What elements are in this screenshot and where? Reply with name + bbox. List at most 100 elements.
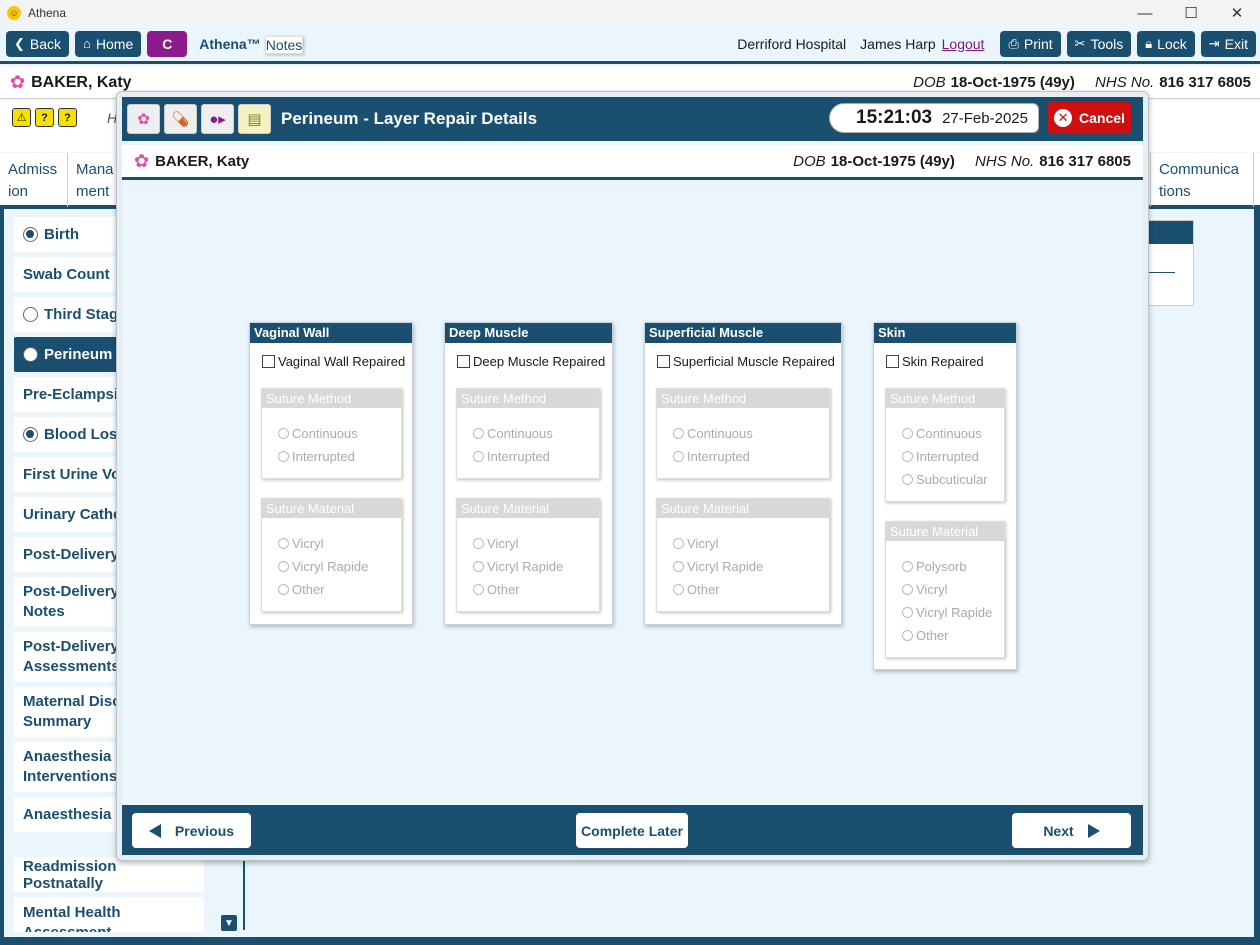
modal-patient-banner: ✿ BAKER, Katy DOB 18-Oct-1975 (49y) NHS N… — [122, 145, 1143, 180]
option-subcuticular[interactable]: Subcuticular — [902, 472, 988, 487]
window-controls: — ☐ ✕ — [1122, 0, 1260, 26]
scroll-down-button[interactable]: ▼ — [221, 915, 237, 931]
previous-button[interactable]: Previous — [132, 813, 251, 848]
next-label: Next — [1043, 822, 1074, 839]
option-vicryl[interactable]: Vicryl — [473, 536, 519, 551]
deep-muscle-repaired-checkbox[interactable]: Deep Muscle Repaired — [457, 354, 605, 369]
suture-method-group: Suture Method Continuous Interrupted — [456, 388, 600, 479]
option-label: Vicryl Rapide — [916, 605, 993, 620]
option-other[interactable]: Other — [673, 582, 720, 597]
exit-button[interactable]: ⇥ Exit — [1200, 30, 1256, 57]
patient-name: BAKER, Katy — [31, 73, 132, 91]
back-button[interactable]: ❮ Back — [6, 30, 70, 57]
person-arrow-icon[interactable]: ●▸ — [201, 104, 234, 134]
option-continuous[interactable]: Continuous — [473, 426, 553, 441]
notes-icon[interactable]: ▤ — [238, 104, 271, 134]
radio-empty-icon — [23, 307, 38, 322]
panel-deep-muscle: Deep Muscle Deep Muscle Repaired Suture … — [444, 322, 613, 625]
nav-label: Birth — [44, 226, 79, 243]
option-interrupted[interactable]: Interrupted — [673, 449, 750, 464]
nav-item-mental-health-assessment[interactable]: Mental Health Assessment — [14, 897, 204, 932]
modal-header: ✿ 💊︎ ●▸ ▤ Perineum - Layer Repair Detail… — [122, 97, 1143, 141]
option-vicryl-rapide[interactable]: Vicryl Rapide — [902, 605, 992, 620]
c-button[interactable]: C — [147, 30, 188, 57]
option-continuous[interactable]: Continuous — [278, 426, 358, 441]
home-button[interactable]: ⌂ Home — [75, 30, 142, 57]
nav-label: Urinary Cathe — [23, 506, 122, 523]
radio-icon — [278, 584, 289, 595]
close-window-button[interactable]: ✕ — [1214, 0, 1260, 26]
superficial-muscle-repaired-checkbox[interactable]: Superficial Muscle Repaired — [657, 354, 835, 369]
option-label: Subcuticular — [916, 472, 988, 487]
lock-label: Lock — [1157, 35, 1187, 52]
option-label: Other — [916, 628, 949, 643]
flower-icon: ✿ — [10, 72, 26, 92]
option-other[interactable]: Other — [278, 582, 325, 597]
maximize-button[interactable]: ☐ — [1168, 0, 1214, 26]
option-vicryl-rapide[interactable]: Vicryl Rapide — [673, 559, 763, 574]
flower-icon[interactable]: ✿ — [127, 104, 160, 134]
option-label: Interrupted — [687, 449, 750, 464]
option-continuous[interactable]: Continuous — [673, 426, 753, 441]
home-label: Home — [95, 35, 134, 52]
dob-value: 18-Oct-1975 (49y) — [950, 74, 1075, 91]
vaginal-wall-repaired-checkbox[interactable]: Vaginal Wall Repaired — [262, 354, 405, 369]
panel-title: Superficial Muscle — [645, 323, 841, 343]
option-vicryl[interactable]: Vicryl — [902, 582, 948, 597]
option-other[interactable]: Other — [902, 628, 949, 643]
lock-button[interactable]: 🔒︎ Lock — [1137, 30, 1195, 57]
question-icon[interactable]: ? — [35, 108, 54, 127]
option-interrupted[interactable]: Interrupted — [473, 449, 550, 464]
option-continuous[interactable]: Continuous — [902, 426, 982, 441]
question-icon[interactable]: ? — [58, 108, 77, 127]
tab-management[interactable]: Mana ment — [68, 153, 120, 207]
next-button[interactable]: Next — [1012, 813, 1131, 848]
radio-icon — [473, 538, 484, 549]
window-titlebar: ☺ Athena — ☐ ✕ — [0, 0, 1260, 26]
option-interrupted[interactable]: Interrupted — [902, 449, 979, 464]
option-vicryl-rapide[interactable]: Vicryl Rapide — [473, 559, 563, 574]
option-polysorb[interactable]: Polysorb — [902, 559, 967, 574]
checkbox-icon — [886, 355, 899, 368]
medication-icon[interactable]: 💊︎ — [164, 104, 197, 134]
option-label: Vicryl — [687, 536, 719, 551]
print-button[interactable]: ⎙ Print — [1000, 30, 1061, 57]
alert-icon[interactable]: ⚠ — [12, 108, 31, 127]
radio-icon — [473, 451, 484, 462]
option-interrupted[interactable]: Interrupted — [278, 449, 355, 464]
exit-icon: ⇥ — [1208, 35, 1220, 51]
tools-label: Tools — [1090, 35, 1124, 52]
home-icon: ⌂ — [83, 36, 91, 51]
option-label: Vicryl — [487, 536, 519, 551]
option-other[interactable]: Other — [473, 582, 520, 597]
background-right-panel-line — [1145, 272, 1175, 273]
skin-repaired-checkbox[interactable]: Skin Repaired — [886, 354, 984, 369]
app-name-label: Athena™ — [199, 35, 261, 52]
cancel-button[interactable]: ✕ Cancel — [1048, 102, 1131, 134]
tab-admission[interactable]: Admiss ion — [0, 153, 68, 207]
logout-link[interactable]: Logout — [942, 36, 985, 52]
tab-communications[interactable]: Communica tions — [1150, 153, 1254, 207]
option-label: Vicryl Rapide — [687, 559, 764, 574]
radio-icon — [902, 607, 913, 618]
option-vicryl[interactable]: Vicryl — [278, 536, 324, 551]
exit-label: Exit — [1224, 35, 1248, 52]
minimize-button[interactable]: — — [1122, 0, 1168, 26]
nav-label: Perineum — [44, 346, 113, 363]
window-title: Athena — [28, 6, 67, 20]
dob-value: 18-Oct-1975 (49y) — [830, 152, 955, 170]
radio-icon — [673, 538, 684, 549]
nhs-label: NHS No. — [975, 152, 1035, 170]
nav-item-readmission-postnatally[interactable]: Readmission Postnatally — [14, 857, 204, 892]
option-label: Interrupted — [487, 449, 550, 464]
datetime-display: 15:21:03 27-Feb-2025 — [829, 103, 1039, 133]
printer-icon: ⎙ — [1008, 35, 1019, 51]
option-label: Continuous — [687, 426, 753, 441]
checkbox-label: Superficial Muscle Repaired — [673, 354, 835, 369]
option-label: Interrupted — [292, 449, 355, 464]
panel-skin: Skin Skin Repaired Suture Method Continu… — [873, 322, 1017, 670]
complete-later-button[interactable]: Complete Later — [576, 813, 688, 848]
option-vicryl-rapide[interactable]: Vicryl Rapide — [278, 559, 368, 574]
option-vicryl[interactable]: Vicryl — [673, 536, 719, 551]
tools-button[interactable]: ✂ Tools — [1066, 30, 1132, 57]
